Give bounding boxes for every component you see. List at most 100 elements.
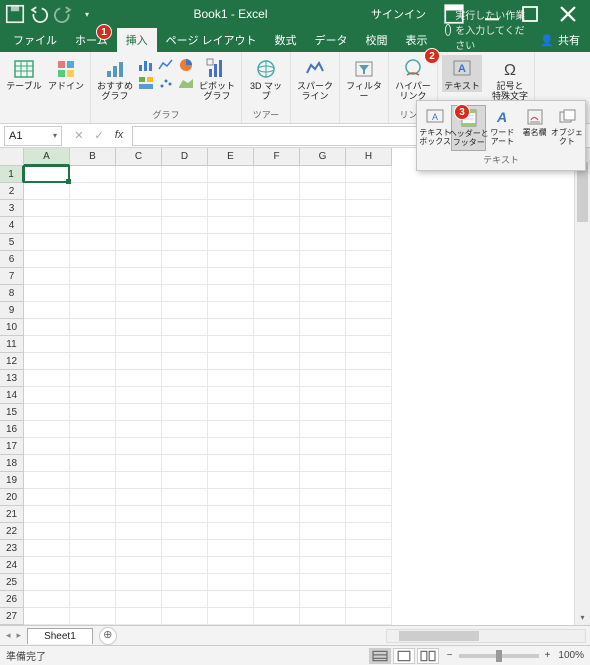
hscroll-thumb[interactable]	[399, 631, 479, 641]
textbox-button[interactable]: A テキスト ボックス	[419, 105, 451, 151]
zoom-in-button[interactable]: +	[545, 650, 551, 661]
cell[interactable]	[208, 302, 254, 319]
pie-chart-icon[interactable]	[177, 57, 195, 73]
row-header-16[interactable]: 16	[0, 421, 24, 438]
cell[interactable]	[162, 472, 208, 489]
cell[interactable]	[346, 268, 392, 285]
tab-data[interactable]: データ	[306, 28, 357, 52]
row-header-21[interactable]: 21	[0, 506, 24, 523]
cell[interactable]	[346, 200, 392, 217]
cell[interactable]	[208, 489, 254, 506]
fx-icon[interactable]: fx	[110, 129, 128, 142]
cell[interactable]	[70, 370, 116, 387]
cell[interactable]	[24, 302, 70, 319]
undo-icon[interactable]	[28, 3, 50, 25]
cell[interactable]	[24, 285, 70, 302]
cell[interactable]	[300, 336, 346, 353]
cell[interactable]	[208, 421, 254, 438]
cell[interactable]	[208, 268, 254, 285]
cell[interactable]	[208, 285, 254, 302]
row-header-4[interactable]: 4	[0, 217, 24, 234]
cell[interactable]	[70, 506, 116, 523]
cell[interactable]	[300, 438, 346, 455]
bar-chart-icon[interactable]	[137, 57, 155, 73]
cell[interactable]	[208, 574, 254, 591]
cell[interactable]	[70, 455, 116, 472]
line-chart-icon[interactable]	[157, 57, 175, 73]
cell[interactable]	[116, 166, 162, 183]
row-header-7[interactable]: 7	[0, 268, 24, 285]
cell[interactable]	[208, 387, 254, 404]
tab-insert[interactable]: 挿入	[117, 28, 157, 52]
cell[interactable]	[162, 591, 208, 608]
row-headers[interactable]: 1234567891011121314151617181920212223242…	[0, 166, 24, 625]
cell[interactable]	[24, 421, 70, 438]
cell[interactable]	[208, 319, 254, 336]
vertical-scrollbar[interactable]: ▴ ▾	[574, 148, 590, 625]
col-header-H[interactable]: H	[346, 148, 392, 166]
cell[interactable]	[116, 285, 162, 302]
cell[interactable]	[254, 268, 300, 285]
select-all-corner[interactable]	[0, 148, 24, 166]
cell[interactable]	[346, 489, 392, 506]
cell[interactable]	[116, 421, 162, 438]
zoom-level[interactable]: 100%	[558, 650, 584, 661]
3d-map-button[interactable]: 3D マップ	[246, 55, 286, 102]
col-header-B[interactable]: B	[70, 148, 116, 166]
cell[interactable]	[116, 438, 162, 455]
row-header-25[interactable]: 25	[0, 574, 24, 591]
cell[interactable]	[116, 489, 162, 506]
cell[interactable]	[24, 574, 70, 591]
cell[interactable]	[346, 455, 392, 472]
cell[interactable]	[116, 370, 162, 387]
cell[interactable]	[254, 608, 300, 625]
cell[interactable]	[24, 506, 70, 523]
cell[interactable]	[24, 319, 70, 336]
wordart-button[interactable]: A ワード アート	[486, 105, 518, 151]
cell[interactable]	[300, 506, 346, 523]
cell[interactable]	[116, 506, 162, 523]
row-header-8[interactable]: 8	[0, 285, 24, 302]
cell[interactable]	[24, 404, 70, 421]
row-header-10[interactable]: 10	[0, 319, 24, 336]
zoom-out-button[interactable]: −	[447, 650, 453, 661]
sparklines-button[interactable]: スパークライン	[295, 55, 335, 102]
pivot-chart-button[interactable]: ピボットグラフ	[197, 55, 237, 102]
cell[interactable]	[162, 387, 208, 404]
hierarchy-chart-icon[interactable]	[137, 75, 155, 91]
cell[interactable]	[254, 234, 300, 251]
cell[interactable]	[300, 591, 346, 608]
row-header-1[interactable]: 1	[0, 166, 24, 183]
cell[interactable]	[346, 557, 392, 574]
cell[interactable]	[162, 353, 208, 370]
cell[interactable]	[254, 438, 300, 455]
cell[interactable]	[300, 285, 346, 302]
cell[interactable]	[208, 404, 254, 421]
cell[interactable]	[300, 234, 346, 251]
row-header-5[interactable]: 5	[0, 234, 24, 251]
chevron-down-icon[interactable]: ▾	[53, 131, 57, 140]
cell[interactable]	[254, 285, 300, 302]
cell[interactable]	[24, 370, 70, 387]
cell[interactable]	[254, 574, 300, 591]
zoom-slider[interactable]	[459, 654, 539, 658]
row-header-2[interactable]: 2	[0, 183, 24, 200]
cell[interactable]	[116, 353, 162, 370]
cell[interactable]	[24, 353, 70, 370]
scroll-down-icon[interactable]: ▾	[575, 611, 590, 625]
cell[interactable]	[208, 166, 254, 183]
cell[interactable]	[346, 387, 392, 404]
cell[interactable]	[300, 200, 346, 217]
tell-me-search[interactable]: 実行したい作業を入力してください	[437, 7, 531, 52]
row-header-22[interactable]: 22	[0, 523, 24, 540]
cell[interactable]	[300, 370, 346, 387]
cell[interactable]	[300, 523, 346, 540]
cells-area[interactable]	[24, 166, 574, 625]
name-box[interactable]: A1 ▾	[4, 126, 62, 146]
cell[interactable]	[162, 455, 208, 472]
tab-formulas[interactable]: 数式	[266, 28, 306, 52]
cell[interactable]	[254, 183, 300, 200]
cell[interactable]	[116, 268, 162, 285]
cell[interactable]	[70, 217, 116, 234]
col-header-E[interactable]: E	[208, 148, 254, 166]
